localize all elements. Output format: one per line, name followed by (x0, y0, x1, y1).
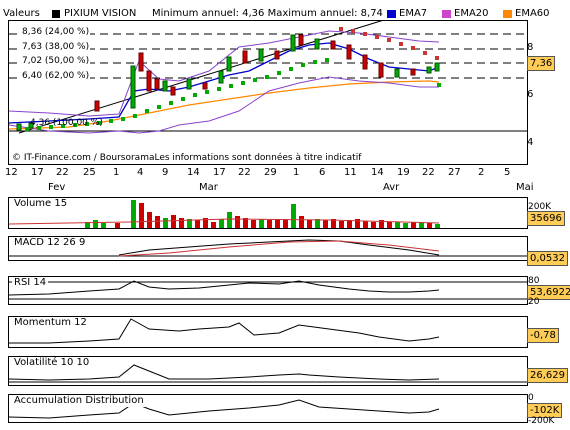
last-price-badge: 7,36 (527, 56, 556, 71)
x-day: 17 (31, 167, 44, 178)
chart-legend: Valeurs PIXIUM VISION Minimum annuel: 4,… (0, 0, 570, 22)
fib-label-50: 7,02 (50,00 %) (21, 56, 91, 66)
macd-panel[interactable]: MACD 12 26 9 (8, 236, 528, 261)
fib-label-38: 7,63 (38,00 %) (21, 42, 91, 52)
x-day: 19 (397, 167, 410, 178)
x-day: 29 (264, 167, 277, 178)
y-tick-6: 6 (527, 89, 534, 100)
rsi-panel[interactable]: RSI 14 (8, 276, 528, 305)
volume-title: Volume 15 (12, 198, 70, 210)
rsi-title: RSI 14 (12, 277, 49, 289)
x-month-avr: Avr (383, 182, 400, 193)
values-label: Valeurs (3, 8, 40, 19)
source-credit: © IT-Finance.com / BoursoramaLes informa… (12, 153, 362, 163)
ema60-swatch (503, 10, 512, 18)
y-tick-8: 8 (527, 42, 534, 53)
accumulation-0: 0 (528, 393, 534, 403)
x-day: 1 (113, 167, 120, 178)
x-day: 11 (344, 167, 357, 178)
x-day: 17 (213, 167, 226, 178)
rsi-20: 20 (528, 297, 540, 307)
ema20-label: EMA20 (454, 8, 489, 19)
x-day: 1 (293, 167, 300, 178)
price-chart[interactable]: 8,36 (24,00 %) 7,63 (38,00 %) 7,02 (50,0… (8, 20, 528, 165)
ema20-swatch (442, 10, 451, 18)
x-day: 14 (371, 167, 384, 178)
x-day: 14 (187, 167, 200, 178)
x-day: 4 (137, 167, 144, 178)
ema7-swatch (387, 10, 396, 18)
x-day: 22 (56, 167, 69, 178)
volume-bars (85, 200, 440, 228)
x-day: 9 (162, 167, 169, 178)
x-day: 2 (478, 167, 485, 178)
rsi-svg (9, 280, 527, 300)
volume-panel[interactable]: Volume 15 (8, 197, 528, 229)
momentum-title: Momentum 12 (12, 317, 89, 329)
volatility-panel[interactable]: Volatilité 10 10 (8, 356, 528, 386)
fib-label-62: 6,40 (62,00 %) (21, 71, 91, 81)
x-day: 25 (83, 167, 96, 178)
x-day: 6 (319, 167, 326, 178)
ema7-label: EMA7 (399, 8, 428, 19)
momentum-panel[interactable]: Momentum 12 (8, 316, 528, 348)
min-max-text: Minimum annuel: 4,36 Maximum annuel: 8,7… (152, 8, 383, 19)
stock-swatch (52, 10, 60, 18)
accumulation-min: -200K (528, 416, 555, 426)
x-month-mar: Mar (199, 182, 218, 193)
x-day: 5 (504, 167, 511, 178)
momentum-value: -0,78 (527, 328, 559, 343)
x-day: 22 (422, 167, 435, 178)
volatility-title: Volatilité 10 10 (12, 357, 92, 369)
y-tick-4: 4 (527, 137, 534, 148)
x-day: 27 (448, 167, 461, 178)
x-day: 12 (5, 167, 18, 178)
stock-name: PIXIUM VISION (64, 8, 137, 19)
volume-svg (9, 200, 440, 228)
volume-value: 35696 (527, 211, 565, 226)
x-day: 22 (238, 167, 251, 178)
volatility-value: 26,629 (527, 368, 568, 383)
x-month-fev: Fev (48, 182, 66, 193)
macd-title: MACD 12 26 9 (12, 237, 88, 249)
rsi-line (9, 280, 440, 296)
fib-label-24: 8,36 (24,00 %) (21, 27, 91, 37)
accumulation-panel[interactable]: Accumulation Distribution (8, 394, 528, 423)
macd-value: 0,0532 (527, 251, 568, 266)
x-month-mai: Mai (516, 182, 534, 193)
accumulation-title: Accumulation Distribution (12, 395, 146, 407)
fib-label-100: 4,36 (100,00 %) (30, 118, 103, 128)
ema60-label: EMA60 (515, 8, 550, 19)
